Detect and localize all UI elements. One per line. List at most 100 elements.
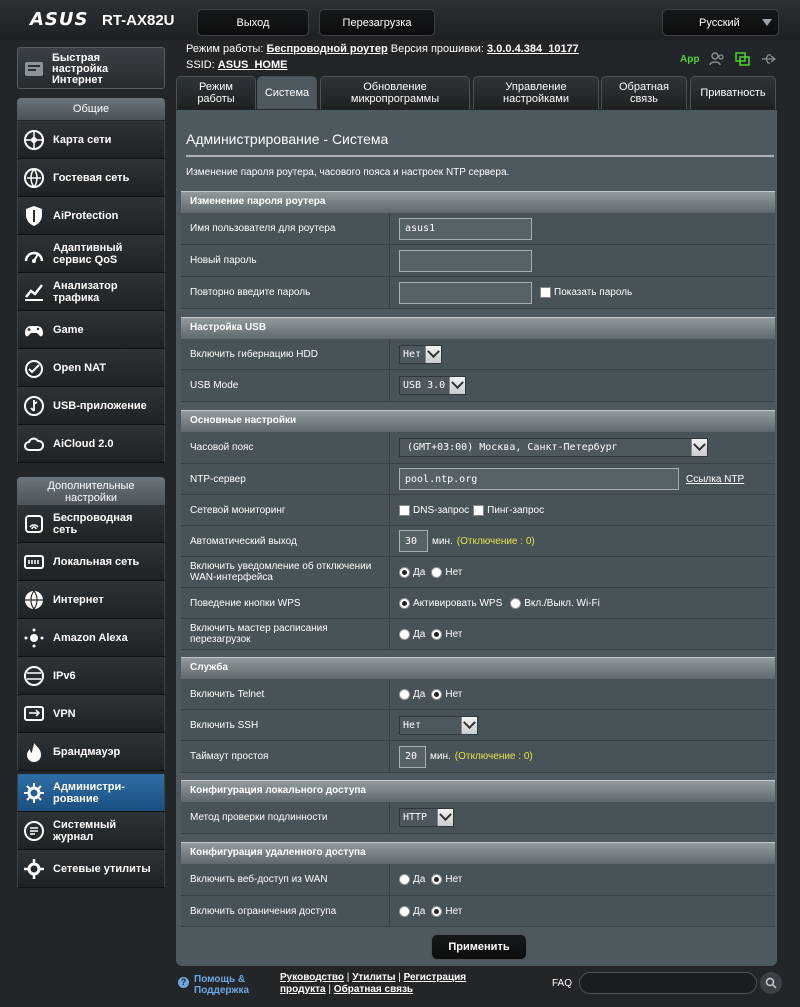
tab-privacy[interactable]: Приватность [690,76,776,109]
apply-button[interactable]: Применить [431,934,527,960]
hdd-hibernation-select[interactable]: Нет [399,344,442,364]
row-auto-logout: Автоматический выход 30 мин. (Отключение :… [181,526,775,557]
sidebar-item-internet[interactable]: Интернет [17,581,165,619]
sidebar-item-alexa[interactable]: Amazon Alexa [17,619,165,657]
ntp-server-input[interactable]: pool.ntp.org [399,468,679,490]
logout-button[interactable]: Выход [197,9,309,36]
wan-web-access-label: Включить веб-доступ из WAN [181,864,390,895]
ping-query-checkbox[interactable] [473,504,485,516]
wan-notify-yes-radio[interactable] [399,566,410,578]
general-section-header: Общие [17,98,165,120]
tab-operation-mode[interactable]: Режим работы [176,76,256,109]
operation-mode-line: Режим работы: Беспроводной роутер Версия… [186,43,579,55]
sidebar-item-game[interactable]: Game [17,311,165,349]
registration-link-cont[interactable]: продукта [280,984,326,995]
ping-query-label: Пинг-запрос [487,504,545,516]
wps-wifi-toggle-radio[interactable] [510,597,522,609]
sidebar-item-label: Администри-рование [53,781,125,805]
manual-link[interactable]: Руководство [280,972,344,983]
sidebar-item-label: IPv6 [53,670,76,682]
sidebar-item-usb-app[interactable]: USB-приложение [17,387,165,425]
restriction-yes-radio[interactable] [399,905,410,917]
wan-web-no-radio[interactable] [431,874,443,885]
sidebar-item-syslog[interactable]: Системный журнал [17,812,165,850]
access-restriction-label: Включить ограничения доступа [181,896,390,926]
row-wan-web-access: Включить веб-доступ из WAN Да Нет [181,864,775,896]
reboot-schedule-label: Включить мастер расписания перезагрузок [181,619,390,649]
help-support-link[interactable]: ? Помощь & Поддержка [178,974,249,996]
sidebar-item-wireless[interactable]: Беспроводная сеть [17,505,165,543]
reboot-schedule-yes-radio[interactable] [399,628,410,640]
sidebar-item-label: Анализатор трафика [53,280,118,304]
utilities-link[interactable]: Утилиты [352,972,395,983]
tab-feedback[interactable]: Обратная связь [601,76,687,109]
ssh-select[interactable]: Нет [399,715,478,735]
tab-restore-settings[interactable]: Управление настройками [473,76,599,109]
username-input[interactable]: asus1 [399,217,532,240]
sidebar-item-label: Системный журнал [53,819,117,843]
feedback-link[interactable]: Обратная связь [334,984,413,995]
sidebar-item-aiprotection[interactable]: AiProtection [17,197,165,235]
telnet-yes-radio[interactable] [399,688,410,700]
repeat-password-input[interactable] [399,281,532,304]
restriction-no-radio[interactable] [431,905,443,917]
auth-method-label: Метод проверки подлинности [181,802,390,833]
wan-notify-no-radio[interactable] [431,566,443,578]
auth-method-select[interactable]: HTTP [399,808,454,827]
model-name: RT-AX82U [102,12,175,29]
sidebar-item-traffic-analyzer[interactable]: Анализатор трафика [17,273,165,311]
asus-logo: ASUS [30,9,89,30]
dns-query-checkbox[interactable] [399,504,410,516]
sidebar-item-lan[interactable]: Локальная сеть [17,543,165,581]
show-password-checkbox[interactable] [540,287,551,298]
app-link[interactable]: App [680,54,699,65]
yes-label: Да [413,628,426,640]
sidebar-item-label: AiCloud 2.0 [53,438,114,450]
sidebar-item-aicloud[interactable]: AiCloud 2.0 [17,425,165,463]
sidebar-item-label: AiProtection [53,210,119,222]
language-select[interactable]: Русский [662,9,779,36]
qos-icon [24,251,44,263]
auto-logout-label: Автоматический выход [181,526,390,556]
firmware-link[interactable]: 3.0.0.4.384_10177 [487,43,579,55]
sidebar-item-administration[interactable]: Администри-рование [17,774,165,812]
auto-logout-note: (Отключение : 0) [456,535,535,547]
usb-mode-select[interactable]: USB 3.0 [399,376,466,395]
ntp-link[interactable]: Ссылка NTP [686,474,744,485]
mode-link[interactable]: Беспроводной роутер [266,43,387,55]
sidebar-item-label: VPN [53,708,76,720]
wps-label: Поведение кнопки WPS [181,588,390,618]
sidebar-item-network-tools[interactable]: Сетевые утилиты [17,850,165,888]
usb-status-icon[interactable] [735,52,751,66]
ssid-link[interactable]: ASUS_HOME [218,59,288,71]
row-repeat-password: Повторно введите пароль Показать пароль [181,277,775,309]
auto-logout-input[interactable]: 30 [399,530,428,552]
idle-timeout-input[interactable]: 20 [399,745,426,768]
sidebar-item-firewall[interactable]: Брандмауэр [17,733,165,771]
sidebar-item-guest-network[interactable]: Гостевая сеть [17,159,165,197]
section-header-usb: Настройка USB [181,317,775,339]
tab-firmware-upgrade[interactable]: Обновление микропрограммы [320,76,470,109]
clients-icon[interactable] [709,52,725,66]
sidebar-item-vpn[interactable]: VPN [17,695,165,733]
registration-link[interactable]: Регистрация [404,972,467,983]
row-network-monitoring: Сетевой мониторинг DNS-запрос Пинг-запрос [181,495,775,526]
section-header-password: Изменение пароля роутера [181,191,775,213]
new-password-input[interactable] [399,249,532,272]
timezone-select[interactable]: (GMT+03:00) Москва, Санкт-Петербург [399,438,708,457]
faq-search-input[interactable] [579,972,757,994]
wan-web-yes-radio[interactable] [399,874,410,885]
search-button[interactable] [760,972,782,994]
reboot-schedule-no-radio[interactable] [431,628,443,640]
sidebar-item-ipv6[interactable]: IPv6 [17,657,165,695]
sidebar-item-open-nat[interactable]: Open NAT [17,349,165,387]
reboot-button[interactable]: Перезагрузка [319,9,435,36]
quick-setup-button[interactable]: Быстрая настройка Интернет [17,47,165,89]
sidebar-item-network-map[interactable]: Карта сети [17,121,165,159]
sidebar-item-qos[interactable]: Адаптивный сервис QoS [17,235,165,273]
telnet-no-radio[interactable] [431,688,443,700]
wps-activate-radio[interactable] [399,597,410,609]
tab-system[interactable]: Система [257,76,317,109]
row-idle-timeout: Таймаут простоя 20 мин. (Отключение : 0) [181,741,775,773]
section-header-basic: Основные настройки [181,410,775,432]
